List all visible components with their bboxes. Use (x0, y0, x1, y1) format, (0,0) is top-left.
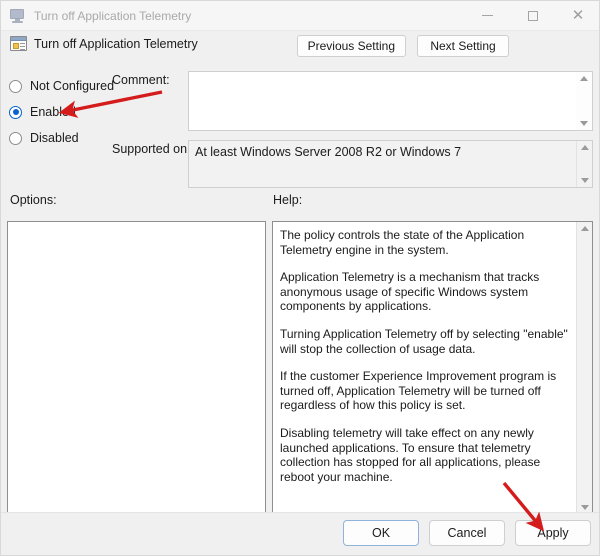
maximize-icon (527, 10, 538, 21)
next-setting-button[interactable]: Next Setting (417, 35, 509, 57)
supported-on-text: At least Windows Server 2008 R2 or Windo… (195, 145, 462, 159)
minimize-icon (482, 15, 493, 16)
help-paragraph: Disabling telemetry will take effect on … (280, 425, 541, 484)
comment-scrollbar[interactable] (576, 72, 592, 130)
radio-not-configured[interactable]: Not Configured (9, 73, 117, 99)
comment-field[interactable] (188, 71, 593, 131)
setting-header: Turn off Application Telemetry Previous … (1, 30, 599, 60)
radio-disabled[interactable]: Disabled (9, 125, 117, 151)
scroll-down-icon[interactable] (580, 178, 589, 183)
help-panel: The policy controls the state of the App… (272, 221, 593, 515)
radio-circle-icon (9, 131, 22, 145)
radio-label-not-configured: Not Configured (30, 79, 115, 93)
scroll-up-icon[interactable] (580, 76, 588, 81)
setting-navigation: Previous Setting Next Setting (296, 35, 509, 57)
ok-button[interactable]: OK (343, 520, 419, 546)
close-icon: ✕ (571, 6, 585, 24)
maximize-button[interactable] (510, 1, 555, 30)
apply-button[interactable]: Apply (515, 520, 591, 546)
previous-setting-button[interactable]: Previous Setting (296, 35, 406, 57)
scroll-up-icon[interactable] (580, 145, 589, 150)
help-scrollbar[interactable] (576, 222, 592, 514)
close-button[interactable]: ✕ (555, 1, 599, 30)
help-paragraph: If the customer Experience Improvement p… (280, 369, 557, 413)
supported-on-label: Supported on: (112, 142, 191, 156)
policy-state-radio-group: Not Configured Enabled Disabled (9, 73, 117, 151)
scroll-down-icon[interactable] (580, 121, 588, 126)
radio-circle-selected-icon (9, 105, 22, 119)
supported-on-scrollbar[interactable] (576, 141, 592, 187)
dialog-buttons: OK Cancel Apply (343, 520, 591, 546)
supported-on-field: At least Windows Server 2008 R2 or Windo… (188, 140, 593, 188)
help-text: The policy controls the state of the App… (273, 222, 576, 514)
minimize-button[interactable] (465, 1, 510, 30)
cancel-button[interactable]: Cancel (429, 520, 505, 546)
radio-enabled[interactable]: Enabled (9, 99, 117, 125)
dialog-footer: OK Cancel Apply (1, 512, 599, 555)
window-controls: ✕ (465, 1, 599, 30)
radio-label-enabled: Enabled (30, 105, 76, 119)
options-label: Options: (10, 193, 57, 207)
comment-label: Comment: (112, 73, 170, 87)
title-bar: Turn off Application Telemetry ✕ (1, 1, 599, 31)
help-label: Help: (273, 193, 303, 207)
help-paragraph: Turning Application Telemetry off by sel… (280, 326, 568, 356)
comment-text[interactable] (189, 72, 576, 130)
radio-label-disabled: Disabled (30, 131, 79, 145)
help-paragraph: Application Telemetry is a mechanism tha… (280, 270, 540, 314)
computer-monitor-icon (10, 8, 26, 24)
window-title: Turn off Application Telemetry (34, 8, 192, 23)
options-panel[interactable] (7, 221, 266, 515)
radio-circle-icon (9, 79, 22, 93)
scroll-down-icon[interactable] (580, 505, 589, 510)
scroll-up-icon[interactable] (580, 226, 589, 231)
help-paragraph: The policy controls the state of the App… (280, 228, 525, 257)
setting-title: Turn off Application Telemetry (34, 37, 198, 51)
policy-setting-icon (10, 36, 27, 51)
group-policy-setting-dialog: Turn off Application Telemetry ✕ Turn of… (0, 0, 600, 556)
